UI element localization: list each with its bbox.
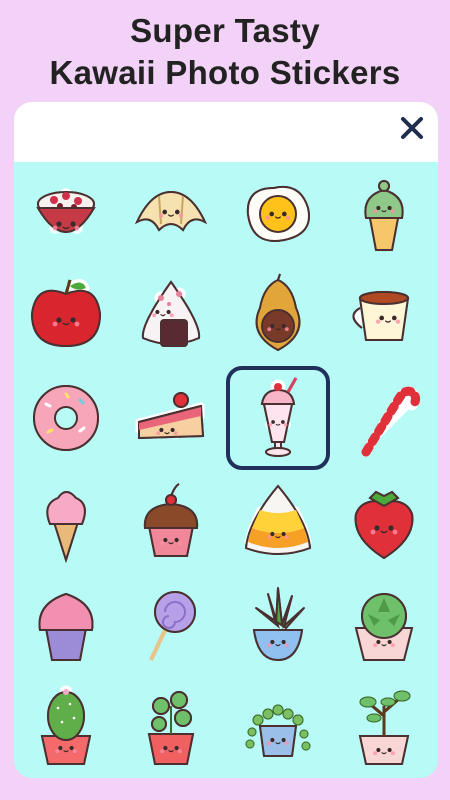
succulent-pot-sticker-image <box>354 593 414 661</box>
strawberry-sticker-image <box>354 490 414 560</box>
cake-slice-sticker[interactable] <box>119 366 223 470</box>
onigiri-sticker[interactable] <box>119 262 223 366</box>
apple-sticker-image <box>30 279 102 348</box>
purple-cupcake-sticker[interactable] <box>14 572 118 676</box>
lollipop-sticker[interactable] <box>119 572 223 676</box>
donut-sticker[interactable] <box>14 366 118 470</box>
strawberry-sticker[interactable] <box>332 470 436 574</box>
string-of-pearls-sticker-image <box>245 704 311 757</box>
croissant-sticker-image <box>134 190 208 232</box>
purple-cupcake-sticker-image <box>38 592 94 661</box>
plant-pot-sticker[interactable] <box>119 674 223 778</box>
close-icon <box>401 117 423 139</box>
fried-egg-sticker[interactable] <box>226 162 330 266</box>
matcha-ice-cream-sticker-image <box>364 180 404 251</box>
headline-line-2: Kawaii Photo Stickers <box>49 54 401 91</box>
avocado-sticker-image <box>255 273 301 352</box>
cake-slice-sticker-image <box>135 392 205 440</box>
rice-bowl-sticker[interactable] <box>14 162 118 266</box>
fried-egg-sticker-image <box>246 186 310 242</box>
onigiri-sticker-image <box>141 280 201 347</box>
lollipop-sticker-image <box>149 591 196 661</box>
candy-corn-sticker-image <box>244 484 312 555</box>
cupcake-cherry-sticker[interactable] <box>119 470 223 574</box>
succulent-pot-sticker[interactable] <box>332 572 436 676</box>
panel-header <box>14 102 438 162</box>
milkshake-sticker-image <box>260 377 298 457</box>
ice-cream-cone-sticker-image <box>46 491 86 564</box>
candy-cane-sticker[interactable] <box>332 366 436 470</box>
bonsai-pot-sticker[interactable] <box>332 674 436 778</box>
avocado-sticker[interactable] <box>226 262 330 366</box>
succulent-cup-sticker-image <box>252 587 305 662</box>
close-button[interactable] <box>398 114 426 142</box>
cactus-pot-sticker[interactable] <box>14 674 118 778</box>
candy-corn-sticker[interactable] <box>226 470 330 574</box>
plant-pot-sticker-image <box>147 691 195 765</box>
candy-cane-sticker-image <box>361 386 421 457</box>
teacup-sticker-image <box>352 291 410 341</box>
bonsai-pot-sticker-image <box>358 690 411 765</box>
succulent-cup-sticker[interactable] <box>226 572 330 676</box>
apple-sticker[interactable] <box>14 262 118 366</box>
croissant-sticker[interactable] <box>119 162 223 266</box>
rice-bowl-sticker-image <box>36 188 96 234</box>
page-headline: Super Tasty Kawaii Photo Stickers <box>0 10 450 94</box>
cupcake-cherry-sticker-image <box>143 483 199 557</box>
donut-sticker-image <box>33 385 99 451</box>
cactus-pot-sticker-image <box>40 685 92 765</box>
ice-cream-cone-sticker[interactable] <box>14 470 118 574</box>
string-of-pearls-sticker[interactable] <box>226 674 330 778</box>
matcha-ice-cream-sticker[interactable] <box>332 162 436 266</box>
headline-line-1: Super Tasty <box>130 12 320 49</box>
sticker-panel <box>14 102 438 778</box>
teacup-sticker[interactable] <box>332 262 436 366</box>
milkshake-sticker[interactable] <box>226 366 330 470</box>
